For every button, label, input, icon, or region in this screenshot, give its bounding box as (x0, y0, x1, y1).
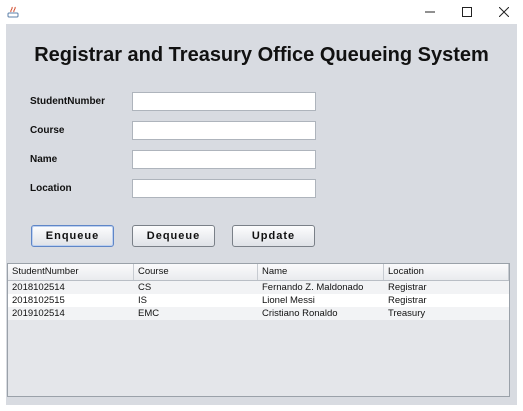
location-label: Location (30, 183, 72, 194)
course-label: Course (30, 125, 65, 136)
cell-location: Registrar (388, 295, 427, 306)
maximize-icon (462, 7, 472, 17)
student-number-field[interactable] (132, 92, 316, 111)
column-header-location[interactable]: Location (384, 264, 509, 280)
minimize-button[interactable] (412, 0, 448, 24)
student-number-label: StudentNumber (30, 96, 105, 107)
window-titlebar[interactable] (0, 0, 523, 24)
page-title: Registrar and Treasury Office Queueing S… (34, 44, 489, 66)
cell-name: Cristiano Ronaldo (262, 308, 338, 319)
course-field[interactable] (132, 121, 316, 140)
queue-table[interactable]: StudentNumber Course Name Location 20181… (7, 263, 510, 397)
close-button[interactable] (486, 0, 522, 24)
column-header-course[interactable]: Course (134, 264, 258, 280)
cell-course: CS (138, 282, 152, 293)
name-label: Name (30, 154, 58, 165)
cell-course: EMC (138, 308, 160, 319)
main-panel: Registrar and Treasury Office Queueing S… (6, 24, 517, 405)
maximize-button[interactable] (449, 0, 485, 24)
table-header: StudentNumber Course Name Location (8, 264, 509, 281)
close-icon (499, 7, 509, 17)
dequeue-button[interactable]: Dequeue (132, 225, 215, 247)
table-row[interactable]: 2018102514 CS Fernando Z. Maldonado Regi… (8, 281, 509, 294)
cell-student-number: 2018102515 (12, 295, 65, 306)
cell-student-number: 2019102514 (12, 308, 65, 319)
table-row[interactable]: 2019102514 EMC Cristiano Ronaldo Treasur… (8, 307, 509, 320)
column-header-student-number[interactable]: StudentNumber (8, 264, 134, 280)
cell-name: Fernando Z. Maldonado (262, 282, 364, 293)
cell-location: Registrar (388, 282, 427, 293)
update-button[interactable]: Update (232, 225, 315, 247)
cell-name: Lionel Messi (262, 295, 315, 306)
cell-course: IS (138, 295, 147, 306)
table-row[interactable]: 2018102515 IS Lionel Messi Registrar (8, 294, 509, 307)
name-field[interactable] (132, 150, 316, 169)
java-app-icon (7, 5, 19, 18)
location-field[interactable] (132, 179, 316, 198)
cell-location: Treasury (388, 308, 426, 319)
column-header-name[interactable]: Name (258, 264, 384, 280)
minimize-icon (425, 11, 435, 13)
enqueue-button[interactable]: Enqueue (31, 225, 114, 247)
cell-student-number: 2018102514 (12, 282, 65, 293)
